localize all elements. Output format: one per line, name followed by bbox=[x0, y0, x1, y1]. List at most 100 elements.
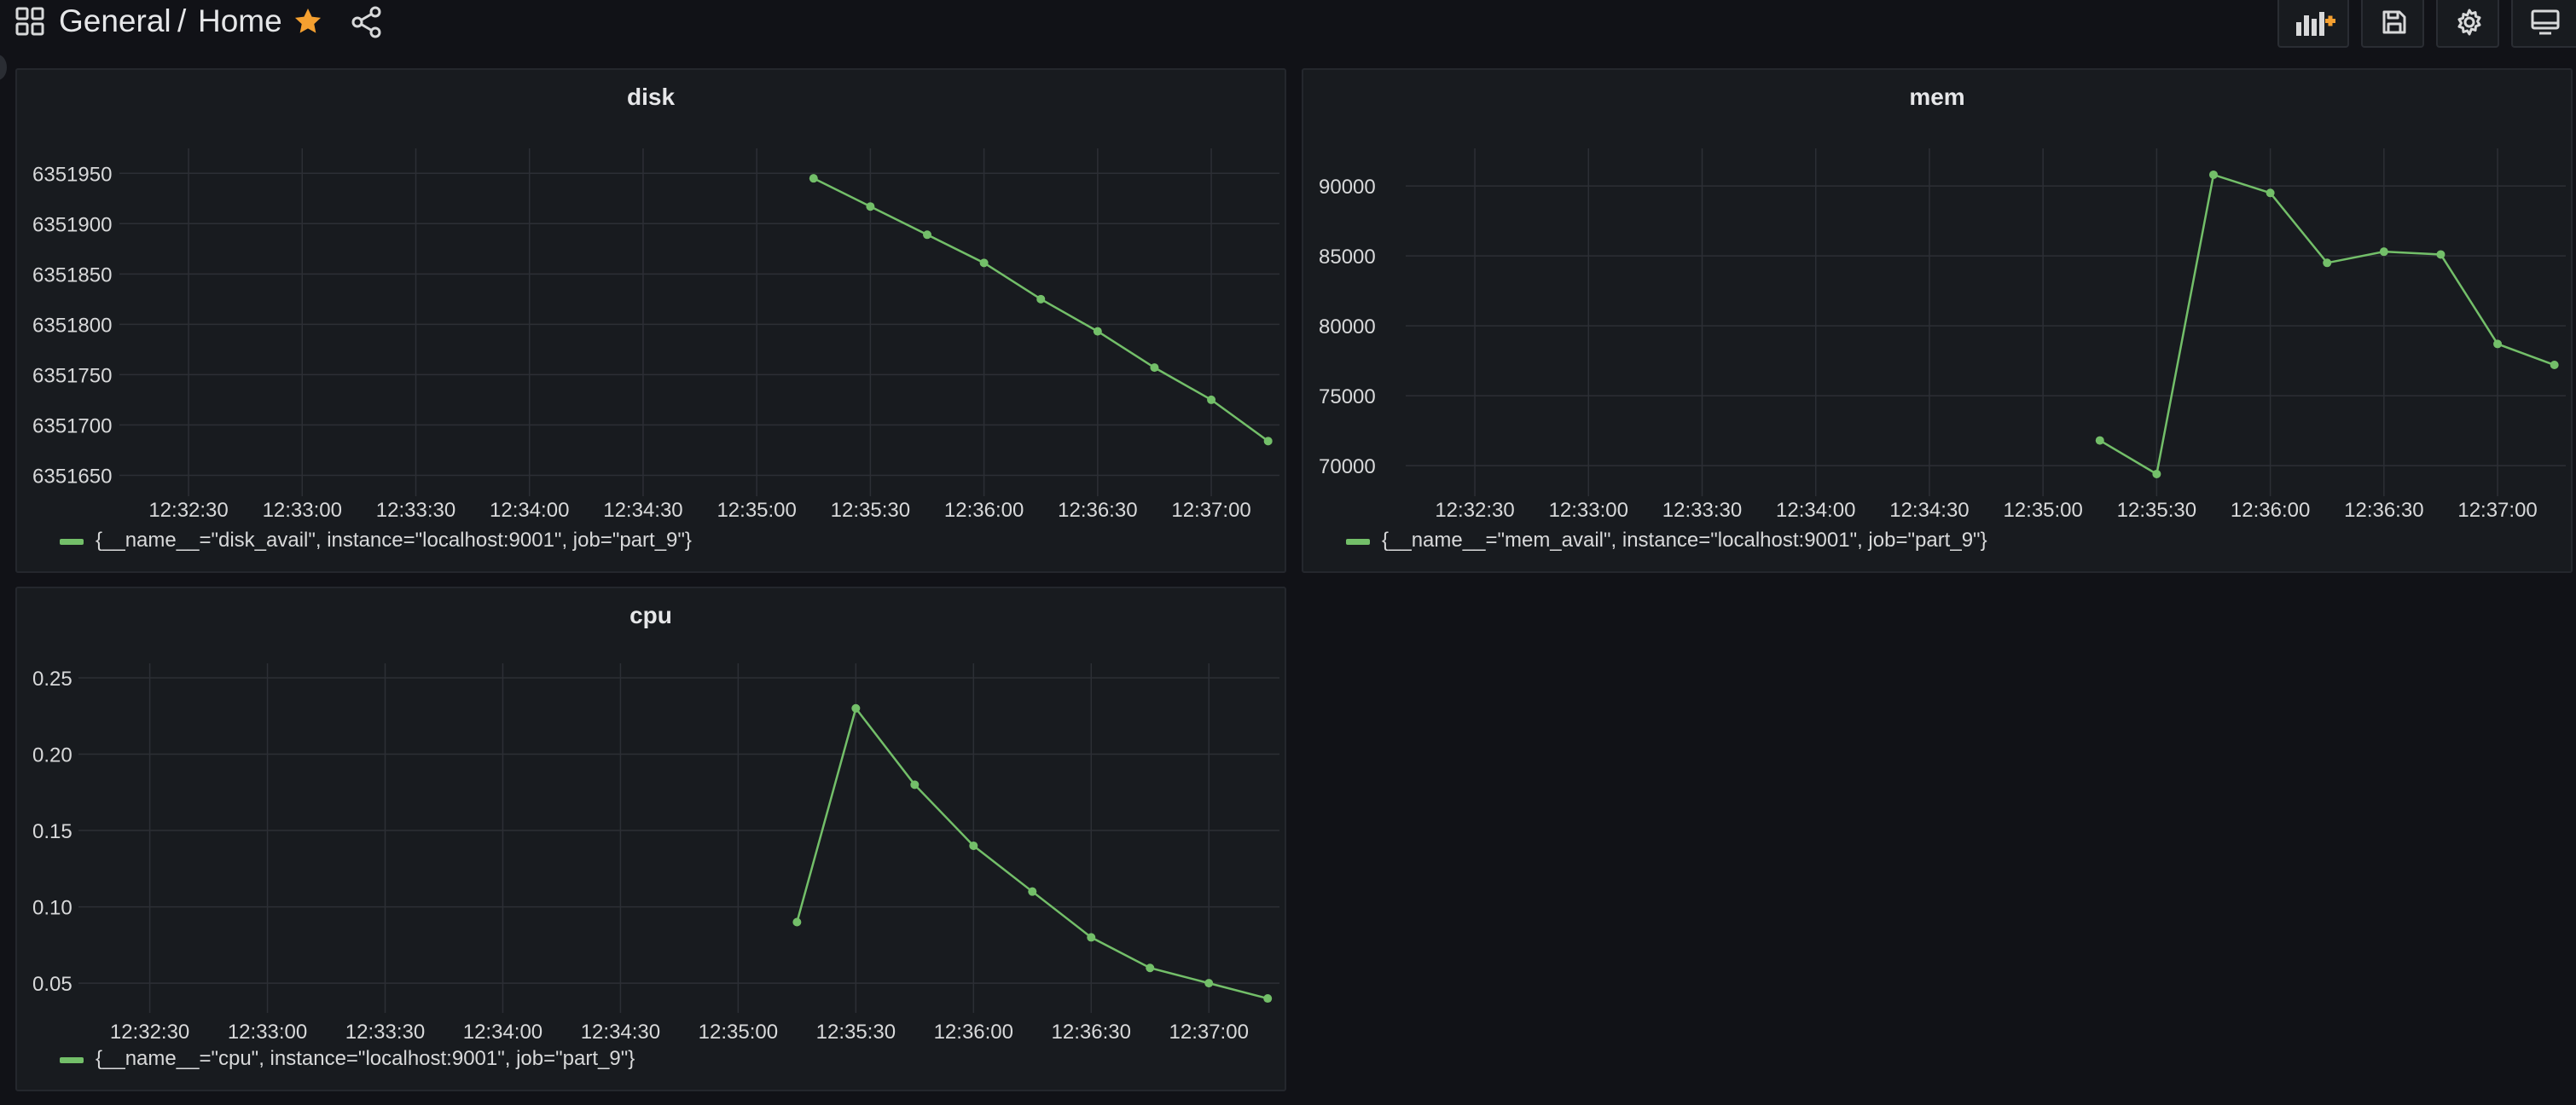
y-tick-label: 6351700 bbox=[32, 414, 112, 437]
y-tick-label: 0.20 bbox=[32, 744, 73, 767]
x-tick-label: 12:37:00 bbox=[1171, 499, 1250, 522]
y-tick-label: 90000 bbox=[1319, 176, 1376, 199]
add-panel-button[interactable] bbox=[2277, 0, 2349, 48]
data-point bbox=[2266, 188, 2275, 198]
y-tick-label: 6351650 bbox=[32, 465, 112, 488]
x-tick-label: 12:37:00 bbox=[1169, 1021, 1249, 1044]
x-tick-label: 12:34:30 bbox=[581, 1021, 660, 1044]
gear-icon bbox=[2457, 9, 2481, 36]
data-point bbox=[1087, 933, 1096, 942]
data-point bbox=[910, 780, 920, 790]
x-tick-label: 12:33:30 bbox=[345, 1021, 425, 1044]
y-tick-label: 0.25 bbox=[32, 668, 73, 691]
series-line bbox=[813, 177, 1269, 443]
data-point bbox=[809, 174, 818, 183]
legend-color-swatch[interactable] bbox=[60, 539, 84, 545]
data-point bbox=[2550, 361, 2559, 370]
legend-item[interactable]: {__name__="disk_avail", instance="localh… bbox=[96, 529, 692, 552]
dashboard-nav-bar: General / Home bbox=[0, 0, 2576, 51]
x-tick-label: 12:35:00 bbox=[717, 499, 796, 522]
save-dashboard-button[interactable] bbox=[2361, 0, 2424, 48]
data-point bbox=[1146, 963, 1155, 973]
x-tick-label: 12:33:00 bbox=[1549, 499, 1628, 522]
y-tick-label: 0.10 bbox=[32, 897, 73, 920]
breadcrumb-folder[interactable]: General bbox=[59, 0, 171, 43]
breadcrumb-separator: / bbox=[177, 3, 187, 38]
data-point bbox=[2095, 436, 2104, 445]
star-icon[interactable] bbox=[292, 5, 324, 38]
data-point bbox=[851, 703, 861, 713]
x-tick-label: 12:32:30 bbox=[110, 1021, 189, 1044]
x-tick-label: 12:33:00 bbox=[263, 499, 342, 522]
x-tick-label: 12:35:00 bbox=[699, 1021, 778, 1044]
x-tick-label: 12:37:00 bbox=[2457, 499, 2537, 522]
series-line bbox=[796, 706, 1268, 1000]
y-tick-label: 70000 bbox=[1319, 455, 1376, 478]
x-tick-label: 12:34:00 bbox=[1776, 499, 1855, 522]
apps-grid-icon[interactable] bbox=[15, 7, 44, 36]
y-tick-label: 75000 bbox=[1319, 385, 1376, 408]
panel-cpu: cpu 0.25 0.20 0.15 0.10 0.05 12:32:30 12:33:00… bbox=[15, 587, 1286, 1091]
tv-mode-button[interactable] bbox=[2511, 0, 2576, 48]
y-tick-label: 0.05 bbox=[32, 973, 73, 996]
data-point bbox=[923, 230, 932, 240]
series-line bbox=[2099, 173, 2556, 476]
data-point bbox=[2323, 258, 2332, 268]
y-tick-label: 80000 bbox=[1319, 315, 1376, 338]
data-point bbox=[866, 202, 875, 211]
sidebar-toggle-handle[interactable] bbox=[0, 55, 7, 80]
x-tick-label: 12:36:30 bbox=[1052, 1021, 1131, 1044]
data-point bbox=[1150, 363, 1159, 373]
data-point bbox=[1204, 979, 1214, 988]
data-point bbox=[1093, 327, 1102, 336]
data-point bbox=[969, 841, 978, 850]
x-tick-label: 12:35:30 bbox=[831, 499, 910, 522]
mem-graph: 90000 85000 80000 75000 70000 12:32:30 12:33:0… bbox=[1319, 148, 2566, 522]
x-tick-label: 12:36:00 bbox=[934, 1021, 1013, 1044]
x-tick-label: 12:32:30 bbox=[1435, 499, 1514, 522]
x-tick-label: 12:33:30 bbox=[376, 499, 455, 522]
panel-disk: disk 6351950 6351900 6351850 6351800 6351750… bbox=[15, 68, 1286, 573]
y-tick-label: 6351850 bbox=[32, 263, 112, 286]
data-point bbox=[2436, 250, 2445, 259]
x-tick-label: 12:36:00 bbox=[2231, 499, 2310, 522]
dashboard-settings-button[interactable] bbox=[2436, 0, 2499, 48]
y-tick-label: 6351750 bbox=[32, 364, 112, 387]
y-tick-label: 0.15 bbox=[32, 820, 73, 843]
data-point bbox=[1207, 395, 1216, 404]
data-point bbox=[2152, 469, 2161, 478]
dashboard-title[interactable]: Home bbox=[198, 0, 282, 43]
x-tick-label: 12:35:30 bbox=[816, 1021, 896, 1044]
x-tick-label: 12:34:30 bbox=[1889, 499, 1969, 522]
x-tick-label: 12:33:30 bbox=[1662, 499, 1742, 522]
x-tick-label: 12:35:30 bbox=[2117, 499, 2196, 522]
add-panel-icon bbox=[2296, 12, 2335, 36]
y-tick-label: 85000 bbox=[1319, 246, 1376, 269]
x-tick-label: 12:34:00 bbox=[463, 1021, 542, 1044]
data-point bbox=[792, 917, 802, 927]
legend-item[interactable]: {__name__="cpu", instance="localhost:900… bbox=[96, 1047, 635, 1071]
x-tick-label: 12:36:30 bbox=[1058, 499, 1137, 522]
tv-mode-icon bbox=[2531, 9, 2560, 35]
data-point bbox=[2379, 247, 2388, 257]
x-tick-label: 12:32:30 bbox=[148, 499, 228, 522]
data-point bbox=[1028, 887, 1037, 896]
legend-item[interactable]: {__name__="mem_avail", instance="localho… bbox=[1382, 529, 1987, 552]
legend-color-swatch[interactable] bbox=[60, 1057, 84, 1063]
panel-mem: mem 90000 85000 80000 75000 70000 12:32:30 12:… bbox=[1302, 68, 2573, 573]
data-point bbox=[2493, 339, 2503, 349]
data-point bbox=[1263, 437, 1273, 446]
save-icon bbox=[2382, 10, 2406, 34]
x-tick-label: 12:34:00 bbox=[490, 499, 569, 522]
y-tick-label: 6351950 bbox=[32, 163, 112, 186]
share-icon[interactable] bbox=[350, 5, 384, 39]
disk-graph: 6351950 6351900 6351850 6351800 6351750 63517… bbox=[32, 148, 1279, 522]
cpu-graph: 0.25 0.20 0.15 0.10 0.05 12:32:30 12:33:00 12:3… bbox=[32, 663, 1279, 1044]
x-tick-label: 12:36:30 bbox=[2344, 499, 2423, 522]
y-tick-label: 6351800 bbox=[32, 314, 112, 337]
y-tick-label: 6351900 bbox=[32, 213, 112, 236]
data-point bbox=[2209, 170, 2219, 179]
legend-color-swatch[interactable] bbox=[1346, 539, 1370, 545]
data-point bbox=[1036, 294, 1046, 304]
x-tick-label: 12:35:00 bbox=[2003, 499, 2082, 522]
